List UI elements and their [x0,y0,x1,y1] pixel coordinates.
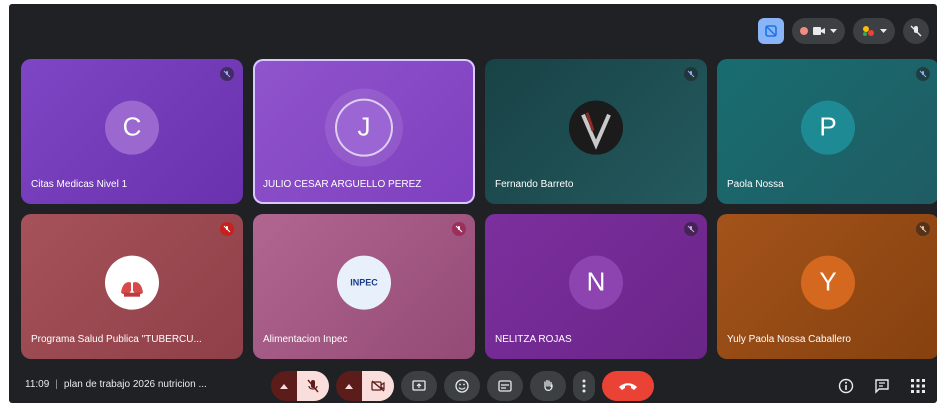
meeting-info: 11:09 | plan de trabajo 2026 nutricion ... [25,379,207,390]
avatar: N [569,255,623,310]
avatar-initial: N [586,266,606,297]
camera-toggle-button[interactable] [362,371,394,401]
record-camera-icon [813,26,825,36]
layout-toggle-button[interactable] [758,18,784,44]
camera-off-icon [371,380,385,392]
chevron-up-icon [280,383,288,389]
mic-off-icon [916,222,930,236]
mic-off-icon [452,222,466,236]
participant-tile[interactable]: N NELITZA ROJAS [485,214,707,359]
participant-tile[interactable]: P Paola Nossa [717,59,937,204]
chevron-down-icon [880,28,887,34]
mic-off-icon [910,25,922,37]
meeting-time: 11:09 [25,379,50,390]
chat-icon [875,379,889,394]
avatar-initial: P [819,111,837,142]
more-vert-icon [582,379,586,393]
mic-off-icon [307,379,319,393]
activities-button[interactable] [909,377,927,395]
participant-grid: C Citas Medicas Nivel 1 J JULIO CESAR AR… [21,59,937,359]
participant-name: JULIO CESAR ARGUELLO PEREZ [263,179,422,190]
participant-tile[interactable]: Fernando Barreto [485,59,707,204]
camera-options-button[interactable] [336,371,362,401]
smiley-icon [455,379,469,393]
avatar: P [801,100,855,155]
present-screen-button[interactable] [401,371,437,401]
hangup-button[interactable] [602,371,654,401]
camera-control-group [336,371,394,401]
mic-control-group [271,371,329,401]
activities-icon [911,379,925,393]
chevron-down-icon [830,28,837,34]
raise-hand-button[interactable] [530,371,566,401]
side-panel-buttons [837,377,927,395]
chat-button[interactable] [873,377,891,395]
participant-name: Paola Nossa [727,179,784,190]
meeting-window: C Citas Medicas Nivel 1 J JULIO CESAR AR… [9,4,937,403]
participant-name: NELITZA ROJAS [495,334,572,345]
participant-name: Citas Medicas Nivel 1 [31,179,128,190]
reactions-button[interactable] [853,18,895,44]
captions-button[interactable] [487,371,523,401]
mic-off-icon [916,67,930,81]
mic-off-icon [220,222,234,236]
avatar: C [105,100,159,155]
mic-options-button[interactable] [271,371,297,401]
raise-hand-icon [544,379,553,392]
separator: | [55,379,58,390]
avatar: J [337,100,391,155]
avatar-photo [569,100,623,155]
mic-off-icon [220,67,234,81]
chevron-up-icon [345,383,353,389]
participant-name: Alimentacion Inpec [263,334,348,345]
record-icon [800,27,808,35]
inpec-logo-icon: INPEC [337,255,391,310]
info-icon [838,378,854,394]
bottom-bar: 11:09 | plan de trabajo 2026 nutricion ... [9,371,937,403]
recording-button[interactable] [792,18,845,44]
logo-text: INPEC [350,277,378,288]
mic-off-icon [684,222,698,236]
more-options-button[interactable] [573,371,595,401]
participant-tile[interactable]: INPEC Alimentacion Inpec [253,214,475,359]
mute-all-button[interactable] [903,18,929,44]
captions-icon [498,380,512,392]
participant-name: Fernando Barreto [495,179,574,190]
mic-off-icon [684,67,698,81]
hangup-icon [619,383,637,390]
meeting-title: plan de trabajo 2026 nutricion ... [63,379,207,390]
avatar: Y [801,255,855,310]
top-toolbar [758,16,929,46]
mic-toggle-button[interactable] [297,371,329,401]
emoji-reaction-button[interactable] [444,371,480,401]
avatar-initial: C [122,111,142,142]
avatar-initial: J [357,111,371,142]
lungs-logo-icon [105,255,159,310]
tile-layout-icon [764,24,778,38]
participant-tile[interactable]: Programa Salud Publica "TUBERCU... [21,214,243,359]
call-controls [271,371,654,401]
meeting-details-button[interactable] [837,377,855,395]
reactions-icon [861,24,875,38]
participant-tile[interactable]: J JULIO CESAR ARGUELLO PEREZ [253,59,475,204]
present-screen-icon [412,380,426,391]
participant-name: Yuly Paola Nossa Caballero [727,334,851,345]
avatar-initial: Y [819,266,837,297]
participant-tile[interactable]: Y Yuly Paola Nossa Caballero [717,214,937,359]
participant-name: Programa Salud Publica "TUBERCU... [31,334,202,345]
participant-tile[interactable]: C Citas Medicas Nivel 1 [21,59,243,204]
